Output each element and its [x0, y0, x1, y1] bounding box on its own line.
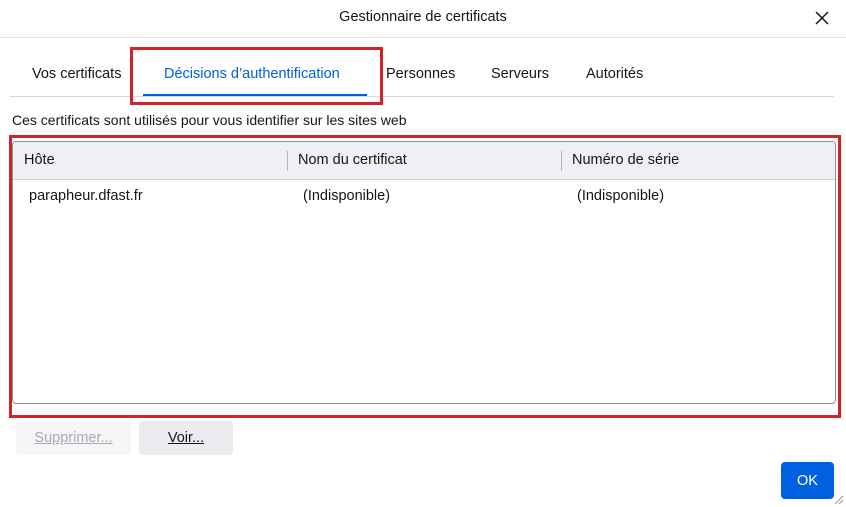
window-title: Gestionnaire de certificats — [339, 9, 507, 25]
column-separator[interactable] — [561, 151, 562, 171]
close-button[interactable] — [806, 4, 838, 32]
tab-your-certificates[interactable]: Vos certificats — [32, 66, 121, 82]
tab-servers[interactable]: Serveurs — [491, 66, 549, 82]
tab-authentication-decisions[interactable]: Décisions d’authentification — [164, 66, 340, 82]
column-header-certificate-name[interactable]: Nom du certificat — [298, 152, 407, 168]
tab-people[interactable]: Personnes — [386, 66, 455, 82]
close-icon — [815, 11, 829, 25]
certificate-table[interactable]: Hôte Nom du certificat Numéro de série p… — [12, 141, 836, 404]
cell-certificate-name: (Indisponible) — [303, 188, 391, 204]
selected-tab-indicator — [143, 94, 367, 96]
view-button[interactable]: Voir... — [139, 421, 233, 455]
tab-authorities[interactable]: Autorités — [586, 66, 643, 82]
column-header-serial-number[interactable]: Numéro de série — [572, 152, 679, 168]
ok-button[interactable]: OK — [781, 462, 834, 499]
title-bar: Gestionnaire de certificats — [0, 0, 846, 38]
table-header: Hôte Nom du certificat Numéro de série — [13, 142, 835, 180]
description-text: Ces certificats sont utilisés pour vous … — [12, 112, 407, 128]
column-separator[interactable] — [287, 151, 288, 171]
table-row[interactable]: parapheur.dfast.fr (Indisponible) (Indis… — [13, 182, 835, 212]
cell-host: parapheur.dfast.fr — [29, 188, 143, 204]
tab-bar: Vos certificats Décisions d’authentifica… — [10, 52, 834, 97]
resize-grip-icon[interactable] — [832, 493, 844, 505]
cell-serial-number: (Indisponible) — [577, 188, 665, 204]
column-header-host[interactable]: Hôte — [24, 152, 55, 168]
delete-button[interactable]: Supprimer... — [16, 421, 131, 455]
